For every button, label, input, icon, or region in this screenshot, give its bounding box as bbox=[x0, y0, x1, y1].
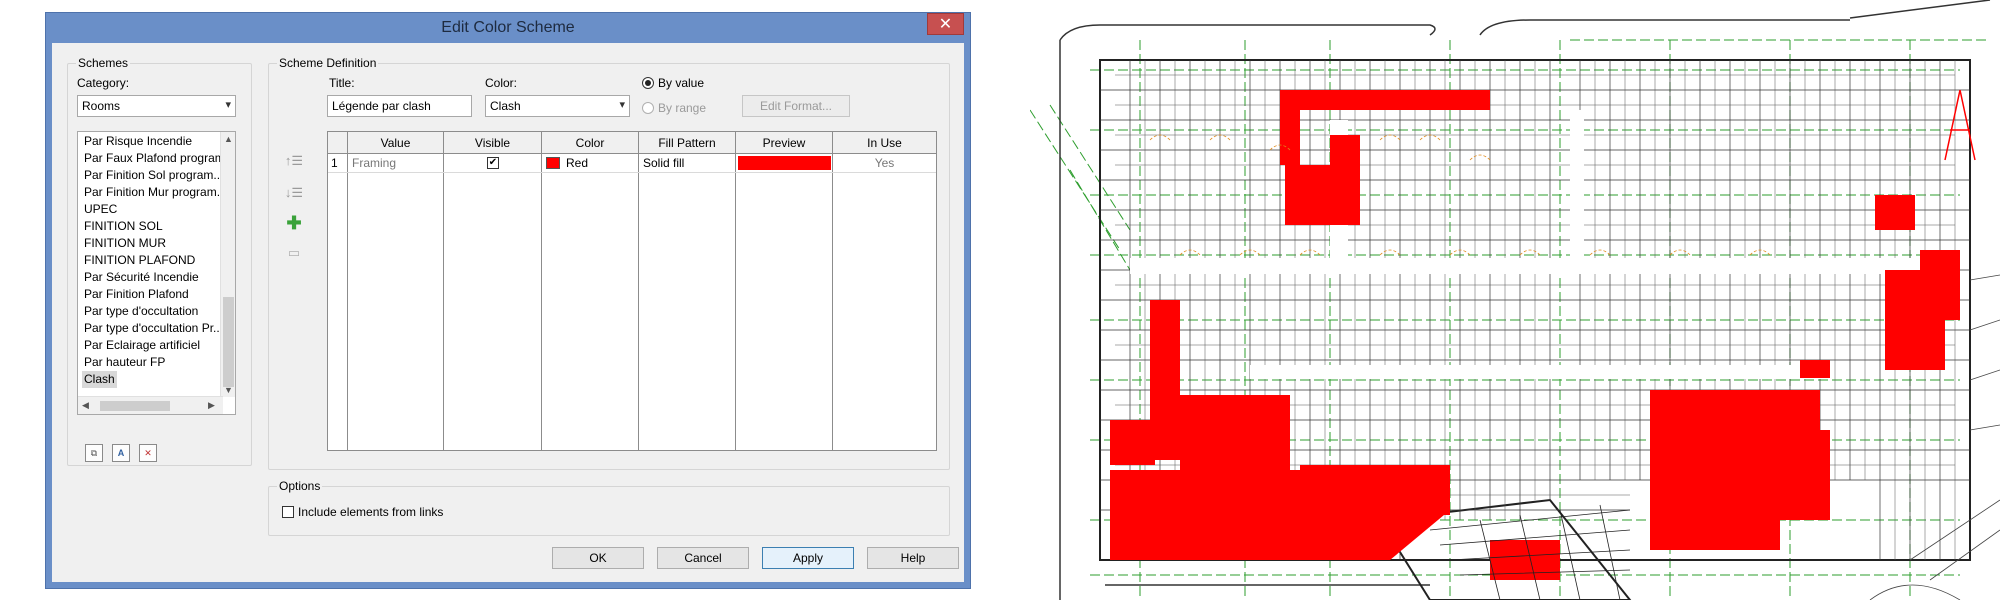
rename-scheme-icon[interactable]: A bbox=[112, 444, 130, 462]
title-label: Title: bbox=[329, 76, 355, 90]
list-item[interactable]: Par Sécurité Incendie bbox=[84, 269, 199, 286]
list-item[interactable]: FINITION MUR bbox=[84, 235, 166, 252]
list-item[interactable]: UPEC bbox=[84, 201, 117, 218]
visible-column bbox=[444, 132, 542, 450]
help-button[interactable]: Help bbox=[867, 547, 959, 569]
duplicate-scheme-icon[interactable]: ⧉ bbox=[85, 444, 103, 462]
preview-column bbox=[736, 132, 833, 450]
row-index-header bbox=[328, 132, 348, 154]
visible-cell[interactable]: ✔ bbox=[444, 154, 542, 173]
by-value-radio[interactable]: By value bbox=[642, 76, 704, 90]
scheme-definition-label: Scheme Definition bbox=[277, 56, 379, 70]
scroll-right-icon[interactable]: ▶ bbox=[208, 400, 215, 411]
dialog-titlebar[interactable]: Edit Color Scheme ✕ bbox=[46, 13, 970, 43]
color-header[interactable]: Color bbox=[542, 132, 639, 154]
delete-scheme-icon[interactable]: ✕ bbox=[139, 444, 157, 462]
visible-checkbox[interactable]: ✔ bbox=[487, 157, 499, 169]
list-item-selected[interactable]: Clash bbox=[82, 371, 117, 388]
remove-icon[interactable]: ▭ bbox=[284, 243, 304, 263]
list-item[interactable]: Par Finition Mur program... bbox=[84, 184, 227, 201]
fill-pattern-header[interactable]: Fill Pattern bbox=[639, 132, 736, 154]
preview-swatch bbox=[738, 156, 831, 170]
list-item[interactable]: Par Finition Sol program... bbox=[84, 167, 223, 184]
fill-pattern-column bbox=[639, 132, 736, 450]
chevron-down-icon: ▾ bbox=[225, 99, 231, 111]
include-links-label: Include elements from links bbox=[298, 505, 444, 519]
checkbox-icon bbox=[282, 506, 294, 518]
floor-plan-view[interactable] bbox=[1029, 0, 2000, 601]
by-range-radio[interactable]: By range bbox=[642, 101, 706, 115]
by-range-label: By range bbox=[658, 101, 707, 115]
scroll-up-icon[interactable]: ▲ bbox=[224, 134, 233, 144]
title-input-value: Légende par clash bbox=[332, 99, 431, 113]
dialog-client-area: Schemes Category: Rooms ▾ Par Risque Inc… bbox=[52, 43, 964, 582]
value-cell[interactable]: Framing bbox=[348, 154, 444, 173]
list-item[interactable]: Par type d'occultation bbox=[84, 303, 198, 320]
title-input[interactable]: Légende par clash bbox=[327, 95, 472, 117]
hscroll-thumb[interactable] bbox=[100, 401, 170, 411]
list-item[interactable]: Par hauteur FP bbox=[84, 354, 165, 371]
by-value-label: By value bbox=[658, 76, 705, 90]
horizontal-scrollbar[interactable]: ◀ ▶ bbox=[78, 396, 223, 414]
scroll-down-icon[interactable]: ▼ bbox=[224, 385, 233, 395]
apply-button[interactable]: Apply bbox=[762, 547, 854, 569]
radio-selected-icon bbox=[642, 77, 654, 89]
value-column bbox=[348, 132, 444, 450]
list-item[interactable]: Par Eclairage artificiel bbox=[84, 337, 200, 354]
move-up-icon[interactable]: ↑☰ bbox=[284, 151, 304, 171]
options-group-label: Options bbox=[277, 479, 323, 493]
in-use-cell: Yes bbox=[833, 154, 936, 173]
radio-icon bbox=[642, 102, 654, 114]
category-label: Category: bbox=[77, 76, 130, 90]
row-index-column bbox=[328, 132, 348, 450]
close-icon: ✕ bbox=[938, 16, 953, 33]
fill-pattern-cell[interactable]: Solid fill bbox=[639, 154, 736, 173]
list-item[interactable]: FINITION SOL bbox=[84, 218, 163, 235]
in-use-header[interactable]: In Use bbox=[833, 132, 936, 154]
chevron-down-icon: ▾ bbox=[619, 99, 625, 111]
color-swatch bbox=[546, 157, 560, 169]
edit-format-button[interactable]: Edit Format... bbox=[742, 95, 850, 117]
ok-button[interactable]: OK bbox=[552, 547, 644, 569]
floor-plan-drawing bbox=[1029, 0, 2000, 601]
color-label: Color: bbox=[485, 76, 518, 90]
scroll-left-icon[interactable]: ◀ bbox=[82, 400, 89, 411]
schemes-group-label: Schemes bbox=[76, 56, 131, 70]
preview-cell bbox=[736, 154, 833, 173]
visible-header[interactable]: Visible bbox=[444, 132, 542, 154]
category-value: Rooms bbox=[82, 99, 121, 113]
cancel-button[interactable]: Cancel bbox=[657, 547, 749, 569]
add-icon[interactable]: ✚ bbox=[284, 213, 304, 233]
list-item[interactable]: FINITION PLAFOND bbox=[84, 252, 195, 269]
list-item[interactable]: Par Faux Plafond program bbox=[84, 150, 225, 167]
edit-format-label: Edit Format... bbox=[759, 99, 833, 113]
list-item[interactable]: Par Risque Incendie bbox=[84, 133, 192, 150]
color-column bbox=[542, 132, 639, 450]
move-down-icon[interactable]: ↓☰ bbox=[284, 183, 304, 203]
include-links-checkbox[interactable]: Include elements from links bbox=[282, 505, 443, 519]
edit-color-scheme-dialog: Edit Color Scheme ✕ Schemes Category: Ro… bbox=[45, 12, 971, 589]
scroll-thumb[interactable] bbox=[223, 297, 234, 387]
value-header[interactable]: Value bbox=[348, 132, 444, 154]
color-cell[interactable]: Red bbox=[542, 154, 639, 173]
color-name: Red bbox=[566, 156, 589, 170]
list-item[interactable]: Par Finition Plafond bbox=[84, 286, 189, 303]
color-dropdown[interactable]: Clash ▾ bbox=[485, 95, 630, 117]
list-item[interactable]: Par type d'occultation Pr... bbox=[84, 320, 223, 337]
row-index: 1 bbox=[328, 154, 348, 173]
scheme-values-table[interactable]: Value Visible Color Fill Pattern Preview… bbox=[327, 131, 937, 451]
preview-header[interactable]: Preview bbox=[736, 132, 833, 154]
vertical-scrollbar[interactable]: ▲ ▼ bbox=[220, 132, 235, 397]
close-button[interactable]: ✕ bbox=[927, 13, 964, 35]
dialog-title: Edit Color Scheme bbox=[441, 19, 575, 36]
schemes-list[interactable]: Par Risque Incendie Par Faux Plafond pro… bbox=[77, 131, 236, 415]
color-value: Clash bbox=[490, 99, 521, 113]
category-dropdown[interactable]: Rooms ▾ bbox=[77, 95, 236, 117]
